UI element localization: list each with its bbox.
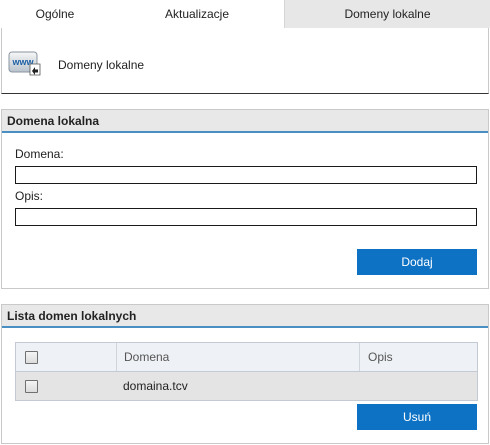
domain-list-panel-title: Lista domen lokalnych (2, 305, 488, 328)
tab-general-label: Ogólne (35, 7, 75, 21)
tab-bar: Ogólne Aktualizacje Domeny lokalne (0, 0, 490, 28)
tab-local-domains-label: Domeny lokalne (344, 7, 431, 21)
table-row[interactable]: domaina.tcv (16, 372, 477, 400)
row-domain-cell: domaina.tcv (123, 379, 188, 393)
tab-updates-label: Aktualizacje (164, 7, 230, 21)
description-input[interactable] (15, 208, 477, 226)
column-header-domain[interactable]: Domena (116, 343, 359, 371)
add-button[interactable]: Dodaj (357, 249, 477, 275)
column-header-description[interactable]: Opis (359, 343, 477, 371)
domain-table: Domena Opis domaina.tcv (15, 342, 478, 401)
domain-list-panel: Lista domen lokalnych Domena Opis domain… (1, 304, 489, 444)
www-globe-icon: www (8, 51, 41, 76)
domain-field-label: Domena: (15, 147, 64, 161)
tab-general[interactable]: Ogólne (0, 0, 110, 28)
page-header: www Domeny lokalne (1, 28, 489, 94)
local-domain-panel: Domena lokalna Domena: Opis: Dodaj (1, 109, 489, 289)
delete-button[interactable]: Usuń (357, 404, 477, 430)
local-domain-panel-title: Domena lokalna (2, 110, 488, 133)
tab-updates[interactable]: Aktualizacje (110, 0, 284, 28)
page-title: Domeny lokalne (58, 58, 145, 72)
select-all-checkbox[interactable] (25, 350, 38, 364)
tab-local-domains[interactable]: Domeny lokalne (284, 0, 490, 28)
row-checkbox[interactable] (25, 379, 38, 393)
table-header-row: Domena Opis (16, 343, 477, 372)
description-field-label: Opis: (15, 189, 44, 203)
row-description-cell (359, 372, 477, 400)
domain-input[interactable] (15, 166, 477, 184)
